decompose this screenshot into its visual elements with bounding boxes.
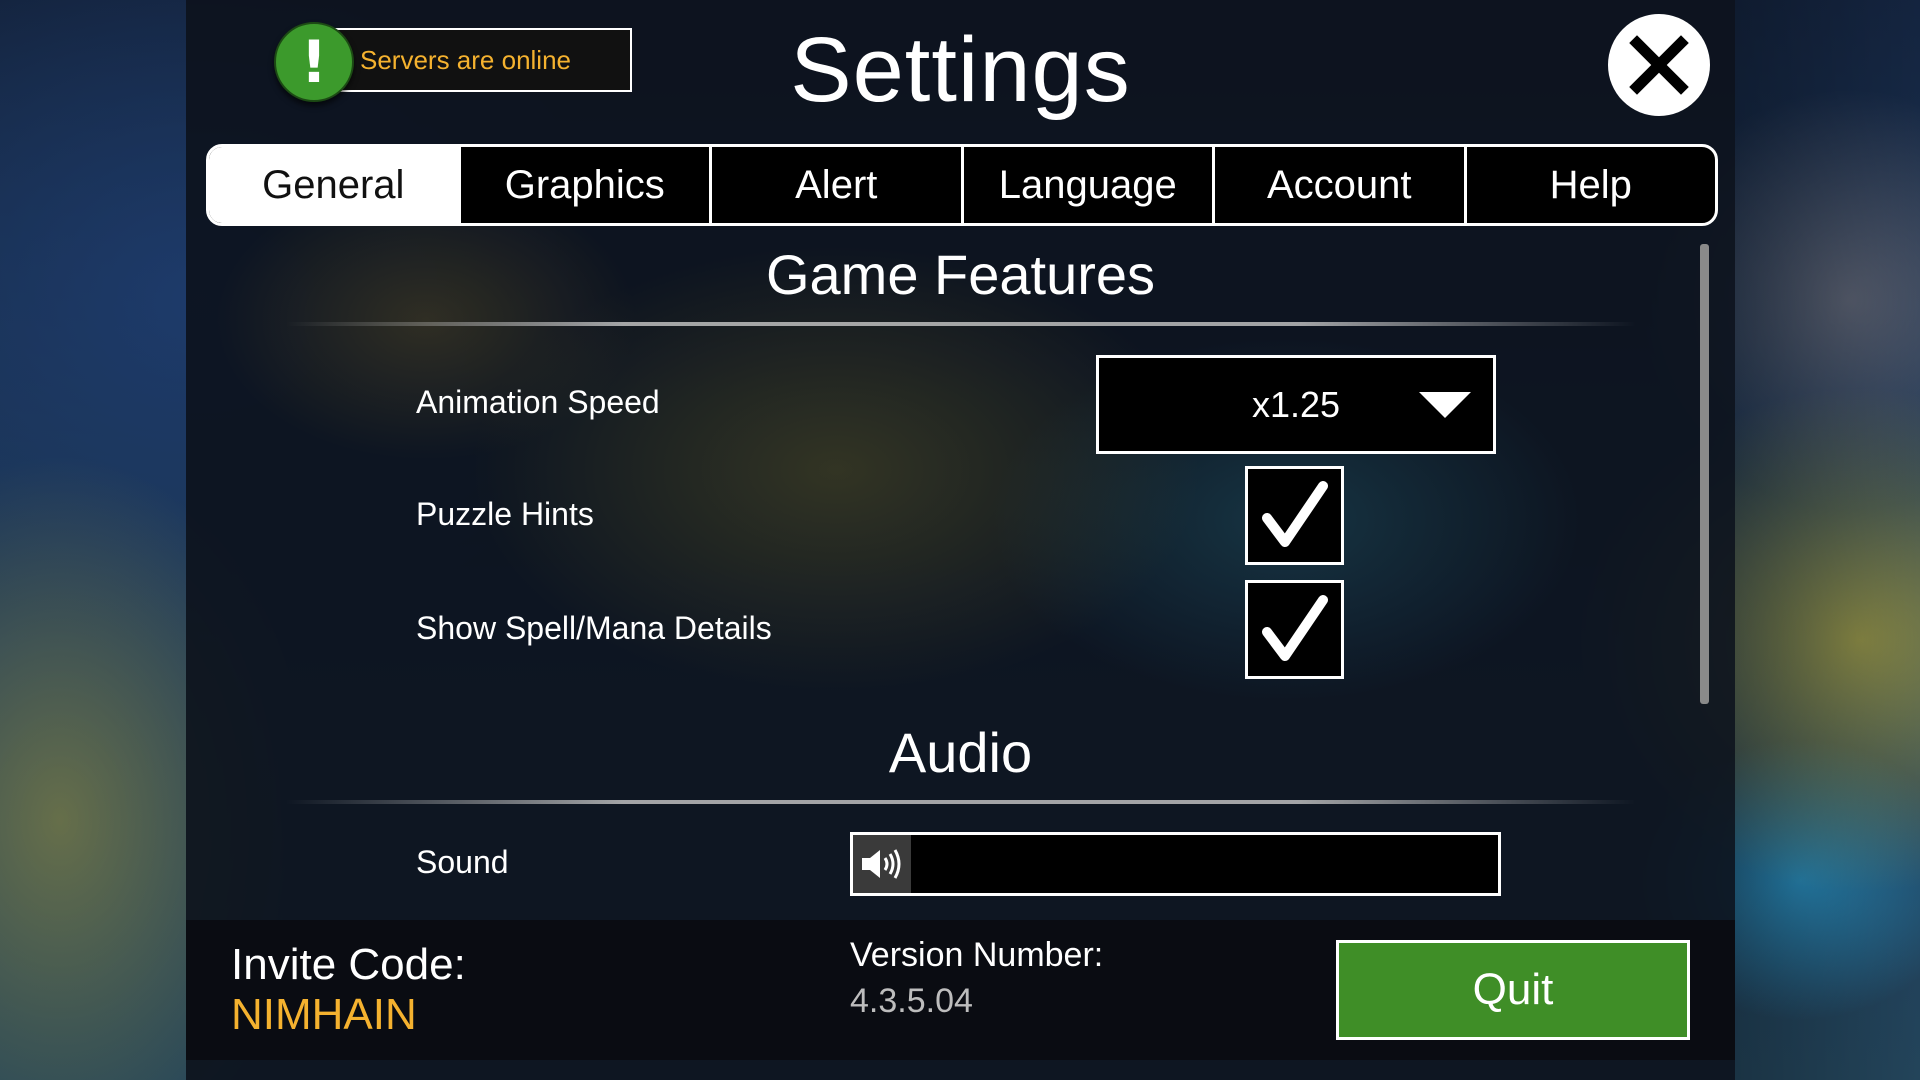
settings-panel: ! Servers are online Settings General Gr… xyxy=(186,0,1735,1080)
spell-mana-details-checkbox[interactable] xyxy=(1245,580,1344,679)
game-features-heading: Game Features xyxy=(765,243,1156,306)
section-divider xyxy=(286,322,1636,326)
audio-heading: Audio xyxy=(888,721,1033,784)
checkmark-icon xyxy=(1261,480,1328,547)
sound-slider-fill xyxy=(853,835,912,893)
animation-speed-label: Animation Speed xyxy=(416,384,660,420)
close-icon xyxy=(1629,35,1689,95)
background-right-edge xyxy=(1735,0,1920,1080)
quit-button[interactable]: Quit xyxy=(1336,940,1690,1040)
spell-mana-details-label: Show Spell/Mana Details xyxy=(416,610,772,646)
checkmark-icon xyxy=(1261,594,1328,661)
chevron-down-icon xyxy=(1419,392,1471,418)
close-button[interactable] xyxy=(1608,14,1710,116)
version-number-value: 4.3.5.04 xyxy=(850,982,973,1020)
tab-help[interactable]: Help xyxy=(1463,147,1716,223)
sound-label: Sound xyxy=(416,844,509,880)
invite-code-value: NIMHAIN xyxy=(231,990,417,1039)
invite-code-label: Invite Code: xyxy=(231,940,466,989)
sound-slider[interactable] xyxy=(850,832,1501,896)
tab-account[interactable]: Account xyxy=(1212,147,1464,223)
settings-footer: Invite Code: NIMHAIN Version Number: 4.3… xyxy=(186,920,1735,1060)
page-title: Settings xyxy=(790,19,1131,121)
speaker-icon xyxy=(862,849,901,879)
puzzle-hints-label: Puzzle Hints xyxy=(416,496,594,532)
version-number-label: Version Number: xyxy=(850,936,1104,974)
section-divider xyxy=(286,800,1636,804)
tab-alert[interactable]: Alert xyxy=(709,147,961,223)
tab-graphics[interactable]: Graphics xyxy=(457,147,710,223)
animation-speed-value: x1.25 xyxy=(1251,383,1341,425)
puzzle-hints-checkbox[interactable] xyxy=(1245,466,1344,565)
tab-language[interactable]: Language xyxy=(960,147,1213,223)
scrollbar[interactable] xyxy=(1700,244,1709,704)
tab-general[interactable]: General xyxy=(209,147,458,223)
settings-tabs: General Graphics Alert Language Account … xyxy=(206,144,1718,226)
animation-speed-dropdown[interactable]: x1.25 xyxy=(1096,355,1496,454)
